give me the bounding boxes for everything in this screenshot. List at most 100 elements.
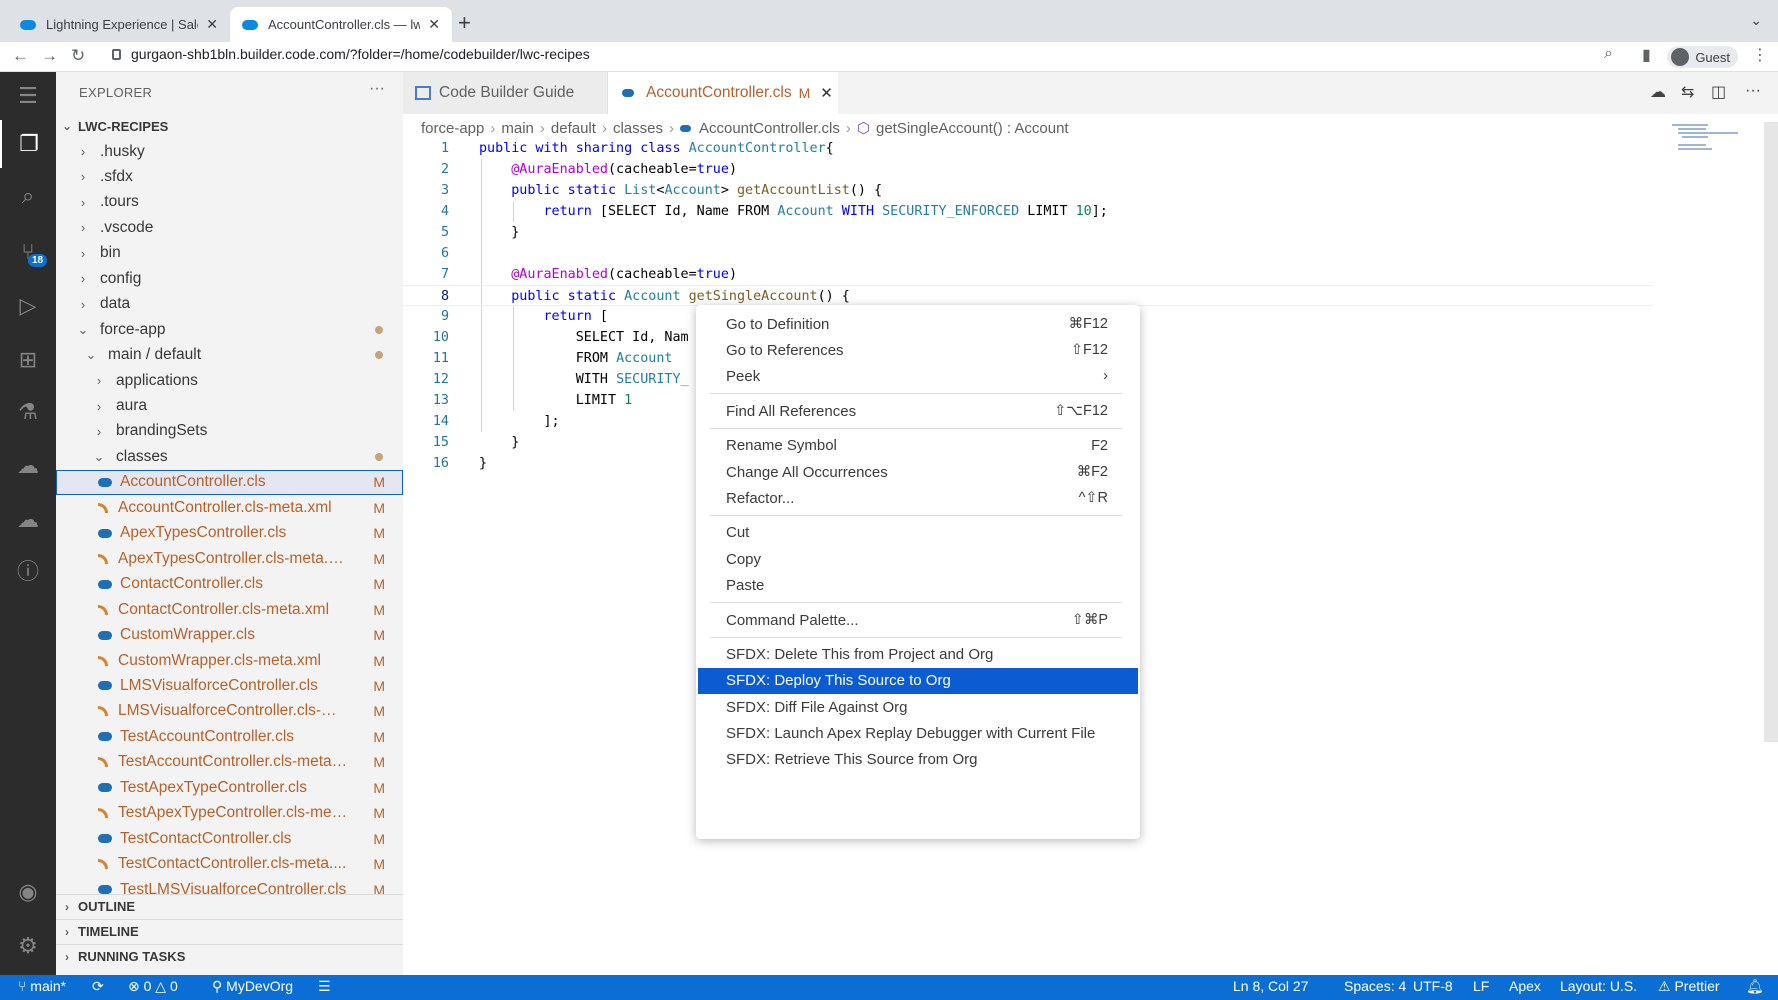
close-icon[interactable]: ✕: [428, 16, 440, 33]
file-item[interactable]: TestApexTypeController.cls-met... M: [56, 801, 403, 826]
menu-item[interactable]: Cut: [698, 520, 1138, 546]
profile-button[interactable]: Guest: [1667, 46, 1738, 68]
line-number[interactable]: 2: [403, 159, 449, 180]
close-icon[interactable]: ✕: [820, 84, 833, 102]
file-item[interactable]: LMSVisualforceController.cls M: [56, 673, 403, 698]
menu-item[interactable]: SFDX: Retrieve This Source from Org: [698, 747, 1138, 773]
sync-icon[interactable]: ⟳: [92, 978, 104, 995]
extensions-icon[interactable]: ⊞: [0, 336, 56, 384]
notifications-icon[interactable]: 🔔︎: [1746, 978, 1764, 995]
file-item[interactable]: CustomWrapper.cls M: [56, 623, 403, 648]
menu-item[interactable]: SFDX: Deploy This Source to Org: [698, 667, 1138, 694]
menu-icon[interactable]: ☰: [0, 72, 56, 120]
eol-status[interactable]: LF: [1473, 978, 1489, 994]
account-icon[interactable]: ◉: [0, 868, 56, 916]
search-icon[interactable]: ⌕: [0, 172, 56, 220]
file-item[interactable]: TestContactController.cls-meta.... M: [56, 852, 403, 877]
menu-item[interactable]: SFDX: Launch Apex Replay Debugger with C…: [698, 720, 1138, 746]
breadcrumb-item[interactable]: classes: [613, 120, 663, 137]
problems-status[interactable]: ⊗ 0 △ 0: [128, 978, 178, 995]
breadcrumb-item[interactable]: main: [501, 120, 534, 137]
more-actions-icon[interactable]: ···: [1745, 82, 1761, 100]
line-number[interactable]: 15: [403, 432, 449, 453]
folder-item[interactable]: › .sfdx: [56, 164, 403, 189]
testing-icon[interactable]: ⚗: [0, 388, 56, 436]
browser-tab-salesforce[interactable]: Lightning Experience | Salesforce ✕: [8, 7, 230, 42]
folder-item[interactable]: › applications: [56, 368, 403, 393]
line-number[interactable]: 8: [403, 286, 449, 307]
keyboard-layout-status[interactable]: Layout: U.S.: [1560, 978, 1637, 994]
line-number[interactable]: 11: [403, 348, 449, 369]
folder-item[interactable]: › aura: [56, 394, 403, 419]
list-icon[interactable]: ☰: [318, 978, 331, 995]
folder-item[interactable]: › brandingSets: [56, 419, 403, 444]
menu-item[interactable]: Peek ›: [698, 363, 1138, 389]
forward-icon[interactable]: →: [41, 46, 58, 66]
menu-item[interactable]: Copy: [698, 546, 1138, 572]
side-panel-icon[interactable]: ▮: [1642, 45, 1651, 65]
breadcrumb-item[interactable]: default: [551, 120, 596, 137]
new-tab-icon[interactable]: +: [458, 10, 471, 36]
folder-item[interactable]: › data: [56, 292, 403, 317]
file-item[interactable]: CustomWrapper.cls-meta.xml M: [56, 648, 403, 673]
timeline-section-header[interactable]: › TIMELINE: [56, 919, 403, 943]
menu-item[interactable]: Go to References ⇧F12: [698, 337, 1138, 363]
menu-item[interactable]: Refactor... ^⇧R: [698, 485, 1138, 511]
split-editor-icon[interactable]: ◫: [1711, 82, 1726, 102]
more-actions-icon[interactable]: ···: [369, 80, 385, 98]
line-number[interactable]: 5: [403, 222, 449, 243]
file-item[interactable]: TestContactController.cls M: [56, 826, 403, 851]
back-icon[interactable]: ←: [12, 46, 29, 66]
folder-item[interactable]: › .tours: [56, 190, 403, 215]
menu-item[interactable]: Go to Definition ⌘F12: [698, 311, 1138, 337]
address-bar[interactable]: gurgaon-shb1bln.builder.code.com/?folder…: [112, 46, 590, 62]
line-number[interactable]: 14: [403, 411, 449, 432]
settings-icon[interactable]: ⚙: [0, 922, 56, 970]
menu-item[interactable]: Find All References ⇧⌥F12: [698, 398, 1138, 424]
source-control-icon[interactable]: ⑂ 18: [0, 228, 56, 276]
file-item[interactable]: AccountController.cls M: [56, 469, 403, 495]
line-number[interactable]: 7: [403, 264, 449, 285]
menu-item[interactable]: Change All Occurrences ⌘F2: [698, 459, 1138, 485]
menu-item[interactable]: Command Palette... ⇧⌘P: [698, 607, 1138, 633]
encoding-status[interactable]: UTF-8: [1413, 978, 1453, 994]
line-number[interactable]: 1: [403, 138, 449, 159]
branch-status[interactable]: ⑂ main*: [18, 978, 66, 994]
line-number[interactable]: 13: [403, 390, 449, 411]
org-sync-icon[interactable]: ☁: [1650, 82, 1666, 102]
file-item[interactable]: ContactController.cls-meta.xml M: [56, 597, 403, 622]
line-number[interactable]: 9: [403, 306, 449, 327]
explorer-root-header[interactable]: ⌄ LWC-RECIPES: [56, 114, 403, 138]
org-status[interactable]: ⚲ MyDevOrg: [212, 978, 293, 995]
folder-item[interactable]: › .vscode: [56, 215, 403, 240]
minimap[interactable]: [1668, 122, 1758, 182]
chevron-down-icon[interactable]: ⌄: [1750, 12, 1762, 29]
line-number[interactable]: 12: [403, 369, 449, 390]
vertical-scrollbar[interactable]: [1764, 122, 1778, 742]
menu-item[interactable]: SFDX: Delete This from Project and Org: [698, 642, 1138, 668]
breadcrumb-item[interactable]: AccountController.cls: [699, 120, 840, 137]
reload-icon[interactable]: ↻: [71, 46, 85, 66]
salesforce-icon[interactable]: ☁: [0, 496, 56, 544]
cursor-position[interactable]: Ln 8, Col 27: [1233, 978, 1309, 994]
folder-item[interactable]: ⌄ main / default: [56, 343, 403, 368]
file-item[interactable]: TestApexTypeController.cls M: [56, 775, 403, 800]
file-item[interactable]: ApexTypesController.cls-meta.xml M: [56, 546, 403, 571]
breadcrumb-item[interactable]: force-app: [421, 120, 484, 137]
line-number[interactable]: 4: [403, 201, 449, 222]
problems-icon[interactable]: ⓘ: [0, 546, 56, 594]
running-tasks-section-header[interactable]: › RUNNING TASKS: [56, 944, 403, 968]
menu-item[interactable]: Rename Symbol F2: [698, 433, 1138, 459]
line-number[interactable]: 10: [403, 327, 449, 348]
folder-item[interactable]: ⌄ classes: [56, 444, 403, 469]
menu-item[interactable]: SFDX: Diff File Against Org: [698, 694, 1138, 720]
org-browser-icon[interactable]: ☁: [0, 442, 56, 490]
file-item[interactable]: AccountController.cls-meta.xml M: [56, 495, 403, 520]
folder-item[interactable]: › bin: [56, 241, 403, 266]
file-item[interactable]: TestAccountController.cls-meta.... M: [56, 750, 403, 775]
tab-code-builder-guide[interactable]: Code Builder Guide: [403, 72, 608, 114]
file-item[interactable]: ContactController.cls M: [56, 572, 403, 597]
file-item[interactable]: ApexTypesController.cls M: [56, 521, 403, 546]
tab-account-controller[interactable]: AccountController.cls M ✕: [608, 72, 838, 114]
zoom-icon[interactable]: ⌕: [1604, 45, 1613, 63]
